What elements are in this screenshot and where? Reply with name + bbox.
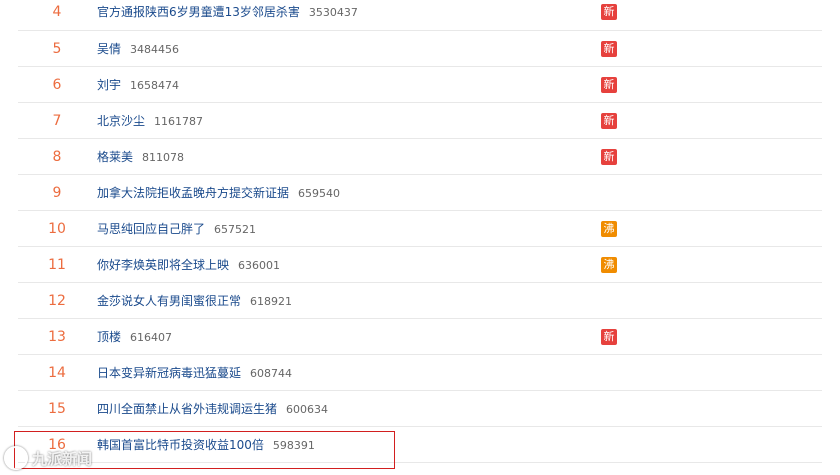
list-item[interactable]: 13 顶楼 616407 新 <box>18 319 822 355</box>
topic-link[interactable]: 你好李焕英即将全球上映 636001 <box>97 247 280 283</box>
rank-number: 10 <box>48 221 66 237</box>
watermark-text: 九派新闻 <box>32 449 93 468</box>
list-item[interactable]: 12 金莎说女人有男闺蜜很正常 618921 <box>18 283 822 319</box>
new-badge: 新 <box>601 113 617 129</box>
rank-number: 4 <box>52 4 62 20</box>
heat-count: 616407 <box>130 331 173 344</box>
topic-link[interactable]: 金莎说女人有男闺蜜很正常 618921 <box>97 283 292 319</box>
topic-link[interactable]: 四川全面禁止从省外违规调运生猪 600634 <box>97 391 328 427</box>
watermark-logo-icon <box>4 446 28 470</box>
rank-number: 9 <box>52 185 62 201</box>
heat-count: 600634 <box>286 403 329 416</box>
hot-badge: 沸 <box>601 257 617 273</box>
hot-search-list: 4 官方通报陕西6岁男童遭13岁邻居杀害 3530437 新 5 吴倩 348445… <box>18 0 822 463</box>
topic-link[interactable]: 格莱美 811078 <box>97 139 184 175</box>
new-badge: 新 <box>601 4 617 20</box>
list-item[interactable]: 11 你好李焕英即将全球上映 636001 沸 <box>18 247 822 283</box>
rank-number: 5 <box>52 41 62 57</box>
list-item[interactable]: 4 官方通报陕西6岁男童遭13岁邻居杀害 3530437 新 <box>18 0 822 31</box>
rank-number: 14 <box>48 365 66 381</box>
watermark: 九派新闻 <box>4 446 92 470</box>
list-item[interactable]: 14 日本变异新冠病毒迅猛蔓延 608744 <box>18 355 822 391</box>
list-item[interactable]: 15 四川全面禁止从省外违规调运生猪 600634 <box>18 391 822 427</box>
heat-count: 1658474 <box>130 79 180 92</box>
rank-number: 7 <box>52 113 62 129</box>
topic-link[interactable]: 吴倩 3484456 <box>97 31 179 67</box>
heat-count: 811078 <box>142 151 185 164</box>
new-badge: 新 <box>601 149 617 165</box>
list-item[interactable]: 10 马思纯回应自己胖了 657521 沸 <box>18 211 822 247</box>
list-item[interactable]: 7 北京沙尘 1161787 新 <box>18 103 822 139</box>
list-item[interactable]: 5 吴倩 3484456 新 <box>18 31 822 67</box>
heat-count: 657521 <box>214 223 257 236</box>
topic-link[interactable]: 加拿大法院拒收孟晚舟方提交新证据 659540 <box>97 175 340 211</box>
list-item[interactable]: 9 加拿大法院拒收孟晚舟方提交新证据 659540 <box>18 175 822 211</box>
heat-count: 1161787 <box>154 115 204 128</box>
rank-number: 15 <box>48 401 66 417</box>
topic-link[interactable]: 刘宇 1658474 <box>97 67 179 103</box>
topic-link[interactable]: 顶楼 616407 <box>97 319 172 355</box>
heat-count: 636001 <box>238 259 281 272</box>
topic-link[interactable]: 北京沙尘 1161787 <box>97 103 203 139</box>
rank-number: 11 <box>48 257 66 273</box>
heat-count: 3530437 <box>308 6 358 19</box>
topic-link[interactable]: 官方通报陕西6岁男童遭13岁邻居杀害 3530437 <box>97 0 358 30</box>
heat-count: 3484456 <box>130 43 180 56</box>
list-item[interactable]: 6 刘宇 1658474 新 <box>18 67 822 103</box>
topic-link[interactable]: 马思纯回应自己胖了 657521 <box>97 211 256 247</box>
topic-link[interactable]: 日本变异新冠病毒迅猛蔓延 608744 <box>97 355 292 391</box>
rank-number: 6 <box>52 77 62 93</box>
hot-badge: 沸 <box>601 221 617 237</box>
heat-count: 659540 <box>298 187 341 200</box>
list-item[interactable]: 8 格莱美 811078 新 <box>18 139 822 175</box>
new-badge: 新 <box>601 41 617 57</box>
heat-count: 618921 <box>250 295 293 308</box>
new-badge: 新 <box>601 77 617 93</box>
rank-number: 8 <box>52 149 62 165</box>
new-badge: 新 <box>601 329 617 345</box>
rank-number: 12 <box>48 293 66 309</box>
heat-count: 608744 <box>250 367 293 380</box>
rank-number: 13 <box>48 329 66 345</box>
